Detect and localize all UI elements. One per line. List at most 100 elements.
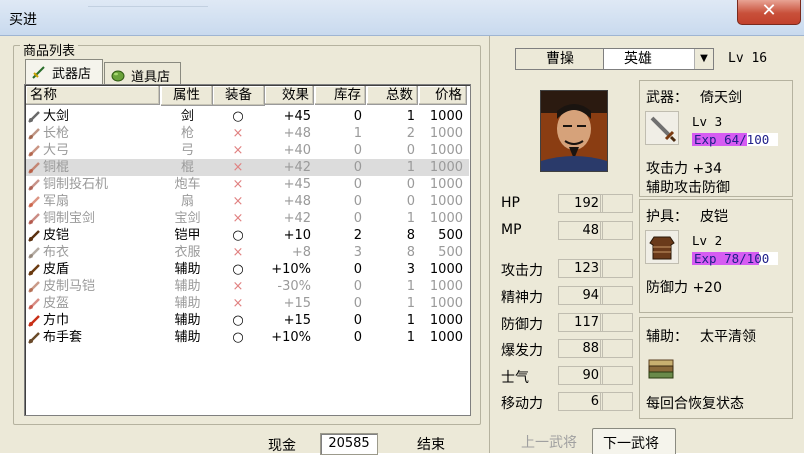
table-row[interactable]: 铜制投石机 炮车 × +45 0 0 1000: [26, 176, 469, 193]
general-portrait: [540, 90, 608, 172]
stat-bonus-box: [600, 221, 633, 240]
column-header-price[interactable]: 价格: [419, 86, 467, 105]
stat-label: 移动力: [501, 396, 543, 412]
stat-value: 90: [558, 366, 603, 385]
table-row[interactable]: 铜棍 棍 × +42 0 1 1000: [26, 159, 469, 176]
close-button[interactable]: ✕: [737, 0, 801, 25]
stat-label: 爆发力: [501, 343, 543, 359]
table-row[interactable]: 大弓 弓 × +40 0 0 1000: [26, 142, 469, 159]
tab-item-shop[interactable]: 道具店: [104, 62, 181, 85]
tab-label: 道具店: [131, 70, 171, 85]
item-equip: ○: [232, 109, 244, 124]
weapon-sword-icon: [645, 111, 679, 145]
column-header-type[interactable]: 属性: [161, 86, 213, 106]
item-name: 大剑: [43, 109, 70, 124]
item-name: 方巾: [43, 313, 70, 328]
tab-weapon-shop[interactable]: 武器店: [25, 59, 103, 84]
spear-icon: [27, 126, 42, 141]
product-table[interactable]: 名称 属性 装备 效果 库存 总数 价格 大剑剑 ○ +45 0 1 1000 长枪枪 × +4…: [24, 84, 471, 416]
item-stock: 0: [353, 262, 362, 277]
item-effect: +45: [283, 109, 311, 124]
tab-label: 武器店: [52, 67, 92, 82]
accessory-panel: 辅助： 太平清领 每回合恢复状态: [639, 317, 793, 419]
armor-exp-text: Exp 78/100: [694, 251, 770, 266]
armor-effect-1: 防御力 +20: [646, 280, 722, 296]
weapon-effect-1: 攻击力 +34: [646, 161, 722, 177]
general-level: Lv 16: [728, 51, 768, 66]
table-row[interactable]: 皮铠 铠甲 ○ +10 2 8 500: [26, 227, 469, 244]
column-header-total[interactable]: 总数: [367, 86, 418, 105]
table-row[interactable]: 皮制马铠 辅助 × -30% 0 1 1000: [26, 278, 469, 295]
table-row[interactable]: 大剑 剑 ○ +45 0 1 1000: [26, 108, 469, 125]
item-type: 宝剑: [174, 211, 201, 226]
chevron-down-icon[interactable]: ▼: [694, 49, 713, 69]
item-type: 扇: [180, 194, 194, 209]
item-stock: 0: [353, 313, 362, 328]
general-class-select[interactable]: 英雄 ▼: [603, 48, 714, 70]
headscarf-icon: [27, 313, 42, 328]
item-equip: ○: [232, 313, 244, 328]
item-effect: +15: [283, 313, 311, 328]
item-stock: 0: [353, 211, 362, 226]
item-price: 1000: [429, 313, 463, 328]
item-effect: +40: [283, 143, 311, 158]
table-row[interactable]: 皮盾 辅助 ○ +10% 0 3 1000: [26, 261, 469, 278]
table-row[interactable]: 布手套 辅助 ○ +10% 0 1 1000: [26, 329, 469, 346]
background-window-ghost: [88, 0, 208, 7]
item-stock: 0: [353, 143, 362, 158]
general-class-value: 英雄: [624, 51, 652, 67]
column-header-stock[interactable]: 库存: [315, 86, 366, 105]
bean-bag-icon: [111, 70, 125, 82]
item-stock: 0: [353, 296, 362, 311]
item-price: 1000: [429, 211, 463, 226]
sword-icon: [32, 66, 45, 79]
weapon-effect-2: 辅助攻击防御: [646, 180, 730, 196]
item-price: 1000: [429, 126, 463, 141]
item-effect: +48: [283, 126, 311, 141]
stat-label: 防御力: [501, 317, 543, 333]
fan-icon: [27, 194, 42, 209]
item-effect: -30%: [277, 279, 311, 294]
group-label: 商品列表: [20, 40, 79, 59]
table-row[interactable]: 长枪 枪 × +48 1 2 1000: [26, 125, 469, 142]
item-equip: ×: [232, 296, 244, 311]
table-row[interactable]: 方巾 辅助 ○ +15 0 1 1000: [26, 312, 469, 329]
table-row[interactable]: 布衣 衣服 × +8 3 8 500: [26, 244, 469, 261]
stat-label: 攻击力: [501, 263, 543, 279]
armor-panel: 护具： 皮铠 Lv 2 Exp 78/100 防御力 +20: [639, 199, 793, 313]
item-effect: +15: [283, 296, 311, 311]
column-header-name[interactable]: 名称: [26, 86, 160, 105]
prev-general-button[interactable]: 上一武将: [521, 432, 577, 452]
item-equip: ×: [232, 245, 244, 260]
item-price: 1000: [429, 330, 463, 345]
item-total: 1: [406, 211, 415, 226]
armor-name: 皮铠: [700, 209, 728, 225]
leather-armor-icon: [645, 230, 679, 264]
item-price: 1000: [429, 262, 463, 277]
end-button[interactable]: 结束: [417, 434, 445, 454]
item-total: 1: [406, 160, 415, 175]
money-value: 20585: [320, 433, 378, 455]
horse-armor-icon: [27, 279, 42, 294]
stat-value: 48: [558, 221, 603, 240]
title-bar: 买进: [0, 0, 804, 36]
item-type: 衣服: [174, 245, 201, 260]
item-effect: +10%: [271, 262, 311, 277]
item-type: 辅助: [174, 313, 201, 328]
leather-armor-icon: [27, 228, 42, 243]
column-header-equip[interactable]: 装备: [213, 86, 265, 106]
table-row[interactable]: 军扇 扇 × +48 0 0 1000: [26, 193, 469, 210]
table-row[interactable]: 皮盔 辅助 × +15 0 1 1000: [26, 295, 469, 312]
item-name: 布衣: [43, 245, 70, 260]
item-name: 铜制投石机: [43, 177, 109, 192]
item-total: 0: [406, 143, 415, 158]
item-stock: 0: [353, 160, 362, 175]
window-title: 买进: [9, 12, 37, 28]
next-general-button[interactable]: 下一武将: [592, 428, 676, 454]
item-total: 3: [406, 262, 415, 277]
column-header-effect[interactable]: 效果: [265, 86, 314, 105]
table-row[interactable]: 铜制宝剑 宝剑 × +42 0 1 1000: [26, 210, 469, 227]
item-price: 500: [438, 245, 463, 260]
item-total: 1: [406, 313, 415, 328]
item-equip: ×: [232, 211, 244, 226]
